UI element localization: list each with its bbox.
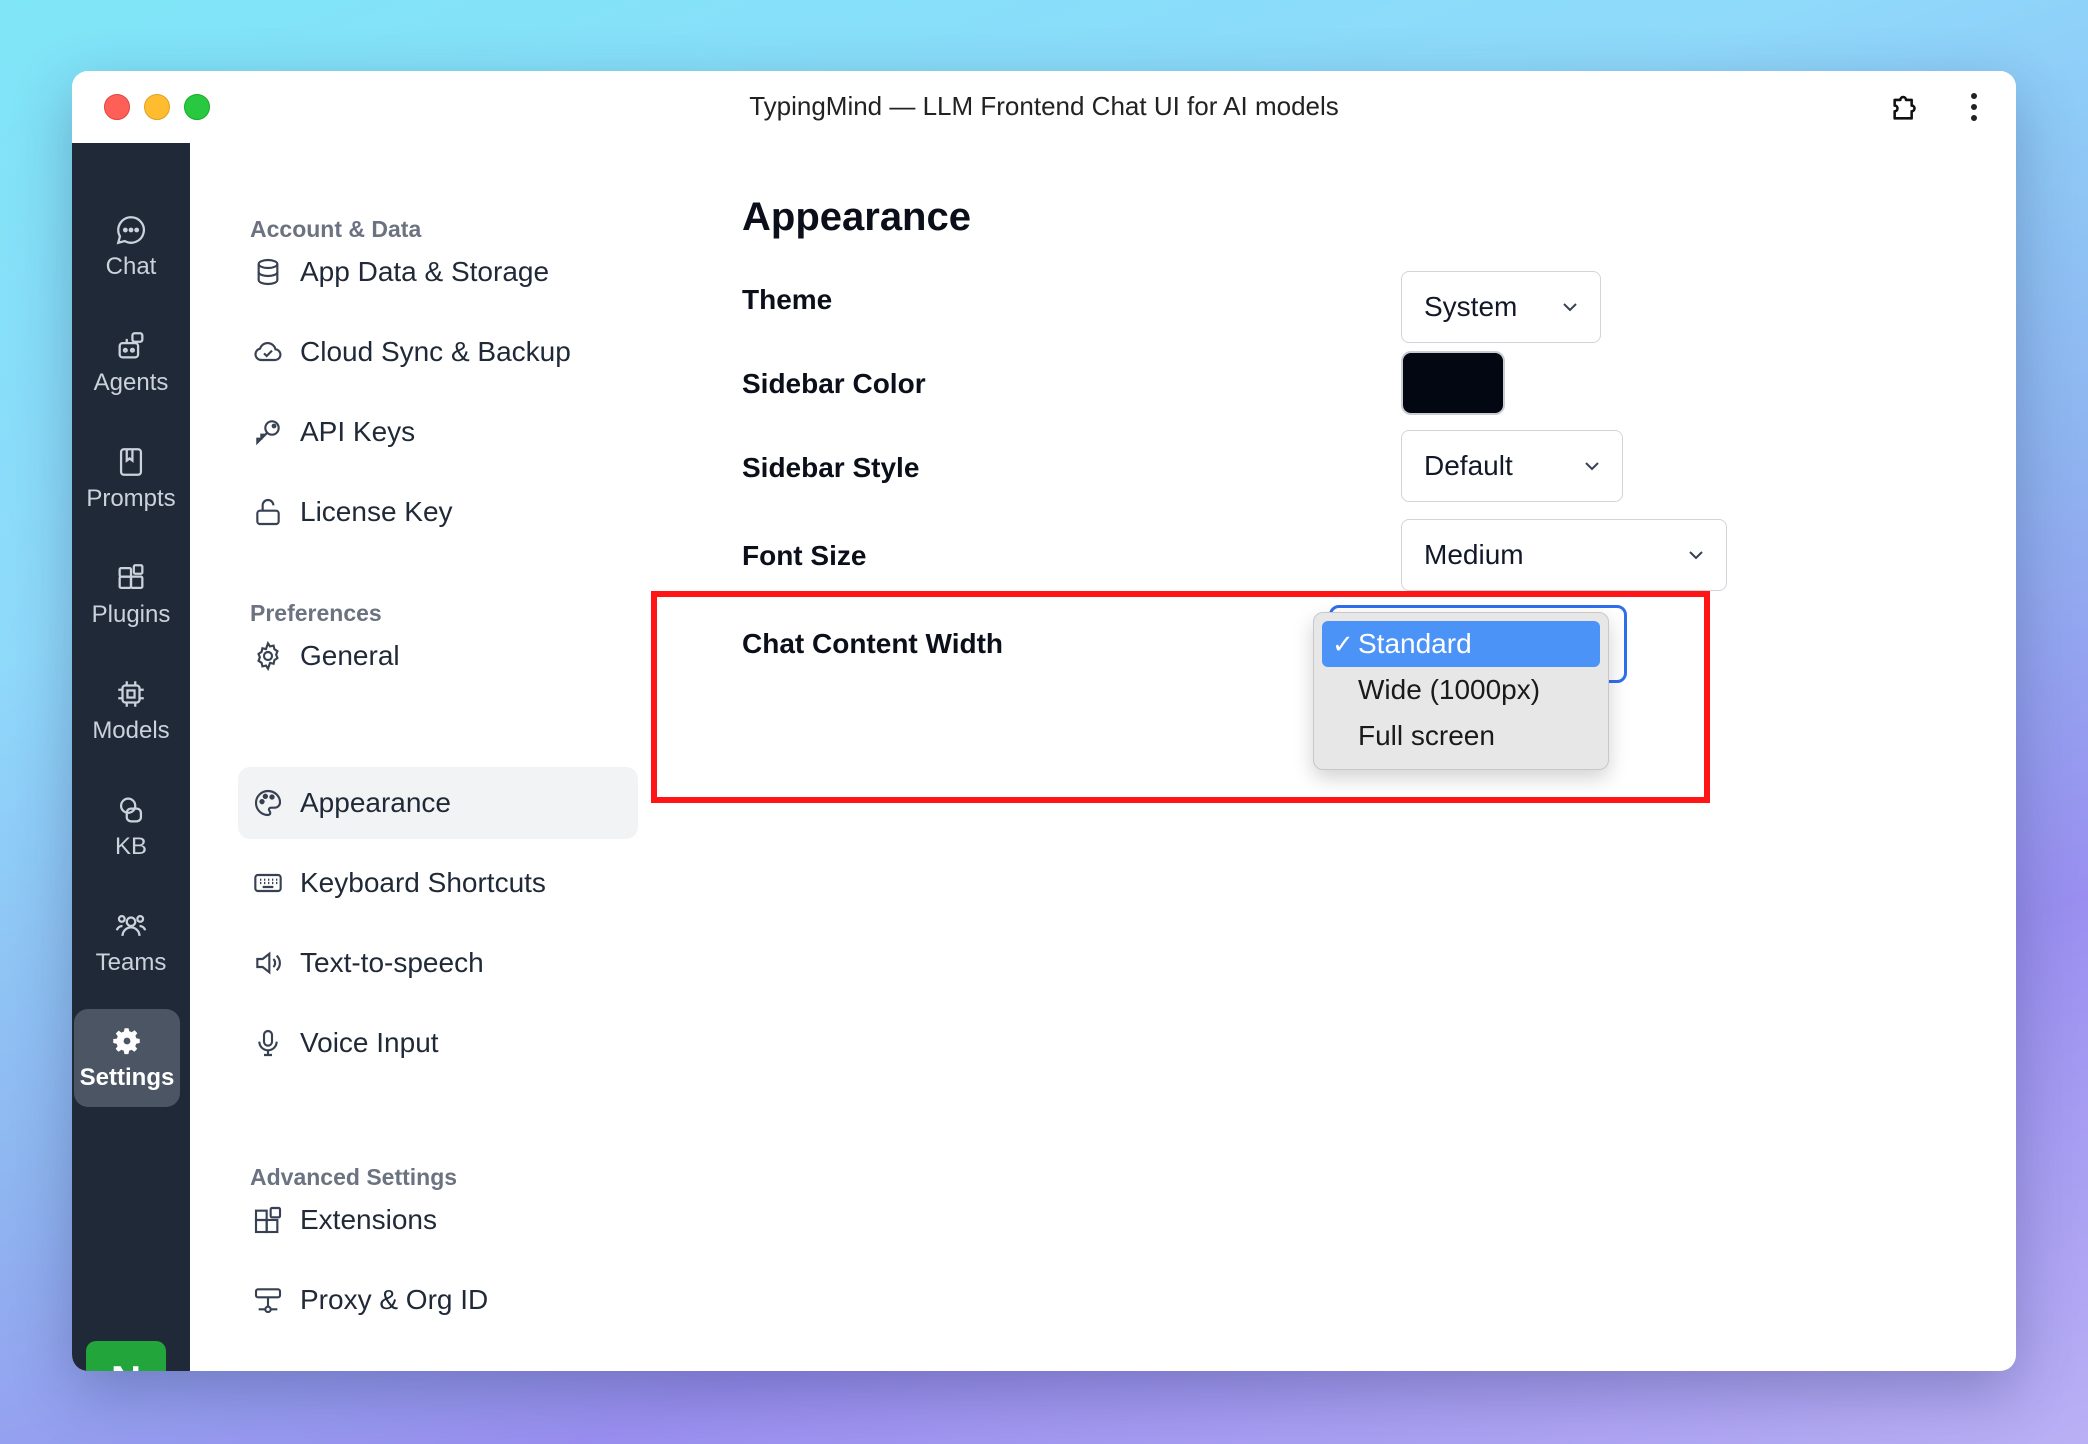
nav-item-extensions[interactable]: Extensions — [238, 1184, 638, 1256]
nav-item-label: API Keys — [300, 416, 416, 447]
nav-item-api-keys[interactable]: API Keys — [238, 396, 638, 468]
nav-item-app-data-storage[interactable]: App Data & Storage — [238, 236, 638, 308]
sidebar-color-swatch[interactable] — [1401, 351, 1505, 415]
rail-label: Teams — [95, 949, 167, 976]
nav-item-label: License Key — [300, 496, 453, 527]
documents-icon — [119, 797, 143, 823]
sidebar-style-select[interactable]: Default — [1401, 430, 1623, 502]
theme-select[interactable]: System — [1401, 271, 1601, 343]
agents-icon — [118, 332, 144, 359]
chevron-down-icon — [1585, 462, 1599, 471]
gear-icon — [113, 1028, 140, 1055]
rail-item-kb[interactable]: KB — [72, 779, 190, 875]
gear-icon — [257, 640, 279, 672]
palette-icon — [254, 789, 282, 817]
option-full-screen[interactable]: Full screen — [1322, 713, 1600, 759]
nav-item-label: Cloud Sync & Backup — [300, 336, 571, 367]
nav-item-label: Extensions — [300, 1204, 437, 1235]
nav-item-label: Keyboard Shortcuts — [300, 867, 546, 898]
nav-item-text-to-speech[interactable]: Text-to-speech — [238, 927, 638, 999]
chip-icon — [118, 681, 144, 707]
option-label: Wide (1000px) — [1358, 674, 1541, 705]
nav-item-appearance[interactable]: Appearance — [238, 767, 638, 839]
nav-item-cloud-sync-backup[interactable]: Cloud Sync & Backup — [238, 316, 638, 388]
nav-item-license-key[interactable]: License Key — [238, 476, 638, 548]
nav-item-proxy-org-id[interactable]: Proxy & Org ID — [238, 1264, 638, 1336]
font-size-value: Medium — [1424, 539, 1524, 570]
checkmark-icon: ✓ — [1332, 628, 1354, 659]
rail-item-models[interactable]: Models — [72, 663, 190, 759]
rail-item-teams[interactable]: Teams — [72, 895, 190, 991]
more-vertical-icon[interactable] — [1956, 89, 1992, 125]
font-size-label: Font Size — [742, 540, 867, 571]
extension-puzzle-icon[interactable] — [1888, 89, 1924, 125]
key-icon — [256, 420, 280, 446]
users-icon — [115, 914, 147, 937]
rail-label: Settings — [79, 1064, 175, 1091]
rail-item-agents[interactable]: Agents — [72, 315, 190, 411]
option-label: Standard — [1358, 628, 1472, 659]
theme-label: Theme — [742, 284, 833, 315]
rail-item-prompts[interactable]: Prompts — [72, 431, 190, 527]
rail-label: Chat — [105, 253, 157, 280]
option-label: Full screen — [1358, 720, 1495, 751]
user-avatar[interactable]: N — [86, 1341, 166, 1371]
rail-item-chat[interactable]: Chat — [72, 199, 190, 295]
rail-label: Models — [92, 717, 170, 744]
chevron-down-icon — [1563, 303, 1577, 312]
rail-label: Agents — [93, 369, 169, 396]
window-title: TypingMind — LLM Frontend Chat UI for AI… — [749, 91, 1339, 121]
rail-label: KB — [114, 833, 147, 860]
option-standard[interactable]: ✓ Standard — [1322, 621, 1600, 667]
option-wide[interactable]: Wide (1000px) — [1322, 667, 1600, 713]
page-title: Appearance — [742, 195, 971, 239]
sidebar-color-label: Sidebar Color — [742, 368, 926, 399]
chevron-down-icon — [1689, 551, 1703, 560]
microphone-icon — [258, 1029, 278, 1057]
proxy-icon — [254, 1288, 282, 1314]
sidebar-style-value: Default — [1424, 450, 1513, 481]
nav-item-label: General — [300, 640, 400, 671]
nav-item-voice-input[interactable]: Voice Input — [238, 1007, 638, 1079]
nav-item-keyboard-shortcuts[interactable]: Keyboard Shortcuts — [238, 847, 638, 919]
rail-item-settings[interactable]: Settings — [74, 1009, 180, 1107]
nav-item-label: Proxy & Org ID — [300, 1284, 489, 1315]
rail-label: Plugins — [91, 601, 171, 628]
nav-item-label: App Data & Storage — [300, 256, 550, 287]
keyboard-icon — [254, 873, 282, 893]
nav-item-label: Text-to-speech — [300, 947, 484, 978]
app-window: TypingMind — LLM Frontend Chat UI for AI… — [72, 71, 2016, 1371]
database-icon — [257, 258, 279, 286]
unlock-icon — [256, 499, 280, 526]
chat-content-width-label: Chat Content Width — [742, 628, 1004, 659]
nav-item-general[interactable]: General — [238, 620, 638, 692]
theme-value: System — [1424, 291, 1518, 322]
book-icon — [119, 448, 143, 476]
extensions-icon — [254, 1206, 282, 1234]
chat-content-width-dropdown: ✓ Standard Wide (1000px) Full screen — [1313, 612, 1609, 770]
sidebar-style-label: Sidebar Style — [742, 452, 920, 483]
nav-item-label: Voice Input — [300, 1027, 439, 1058]
app-rail: Chat Agents Prompts Plugins Models KB Te… — [72, 143, 190, 1371]
title-bar: TypingMind — LLM Frontend Chat UI for AI… — [72, 71, 2016, 143]
font-size-select[interactable]: Medium — [1401, 519, 1727, 591]
settings-nav: Account & Data App Data & Storage Cloud … — [190, 143, 730, 1371]
cloud-icon — [254, 341, 282, 362]
speaker-icon — [256, 951, 281, 975]
rail-item-plugins[interactable]: Plugins — [72, 547, 190, 643]
nav-item-label: Appearance — [300, 787, 452, 818]
rail-label: Prompts — [86, 485, 176, 512]
plugin-icon — [118, 564, 144, 590]
chat-bubble-icon — [116, 216, 146, 245]
